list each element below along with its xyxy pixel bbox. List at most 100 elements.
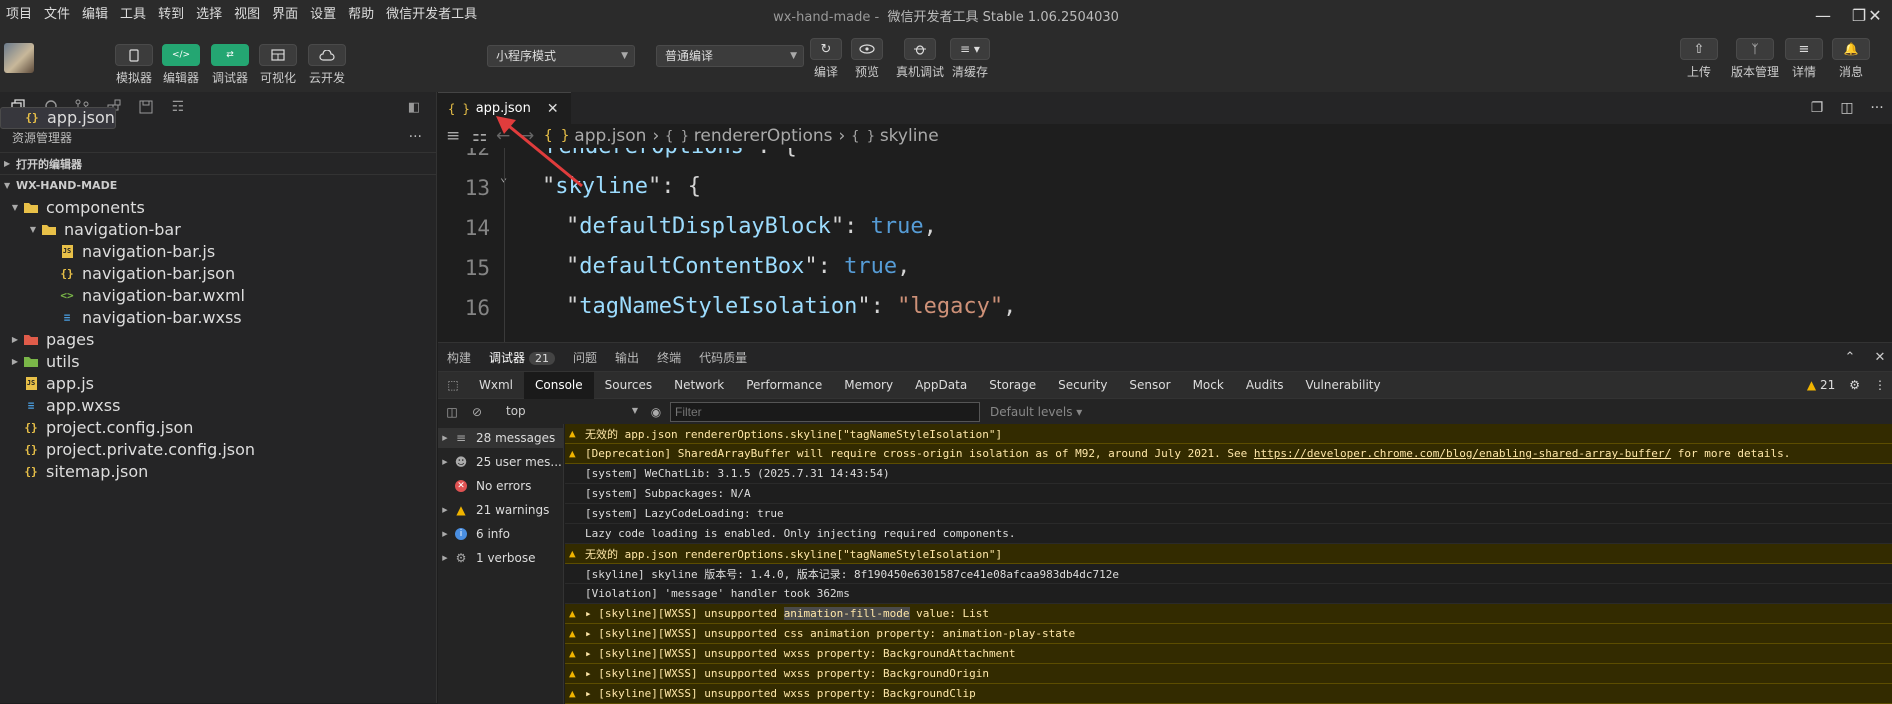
crumb-renderer-options[interactable]: rendererOptions — [694, 126, 833, 146]
menu-item[interactable]: 界面 — [266, 0, 304, 30]
message-group[interactable]: ▶ ⚙ 1 verbose — [438, 548, 563, 568]
devtools-tab[interactable]: Sources — [594, 372, 663, 399]
minimize-icon[interactable]: — — [1804, 0, 1842, 30]
tree-item[interactable]: ≡ app.wxss — [0, 394, 436, 416]
log-levels-select[interactable]: Default levels ▾ — [990, 405, 1082, 419]
upload-button[interactable]: ⇧ 上传 — [1671, 38, 1727, 80]
tree-item[interactable]: {} project.private.config.json — [0, 438, 436, 460]
devtools-tab[interactable]: Mock — [1182, 372, 1235, 399]
eye-icon[interactable]: ◉ — [642, 405, 670, 419]
menu-item[interactable]: 文件 — [38, 0, 76, 30]
context-select[interactable]: top ▼ — [502, 402, 642, 422]
collapse-sidebar-icon[interactable]: ◧ — [398, 92, 430, 122]
tree-item[interactable]: ▶ utils — [0, 350, 436, 372]
messages-button[interactable]: 🔔 消息 — [1823, 38, 1879, 80]
menu-item[interactable]: 帮助 — [342, 0, 380, 30]
devtools-tab[interactable]: Vulnerability — [1295, 372, 1392, 399]
log-entry[interactable]: ▲ ▸ [skyline][WXSS] unsupported animation… — [565, 604, 1892, 624]
panel-tab[interactable]: 输出 — [606, 349, 648, 366]
more-icon[interactable]: ⋮ — [1874, 378, 1886, 392]
menu-item[interactable]: 选择 — [190, 0, 228, 30]
menu-item[interactable]: 微信开发者工具 — [380, 0, 483, 30]
log-entry[interactable]: ▲ ▸ [skyline][WXSS] unsupported css anima… — [565, 624, 1892, 644]
panel-tab[interactable]: 调试器 21 — [480, 349, 564, 366]
clear-console-icon[interactable]: ⊘ — [466, 405, 488, 419]
inspect-icon[interactable]: ⬚ — [438, 378, 468, 392]
devtools-tab[interactable]: Security — [1047, 372, 1118, 399]
editor-button[interactable]: </> 编辑器 — [153, 44, 209, 86]
tree-item[interactable]: {} sitemap.json — [0, 460, 436, 482]
log-entry[interactable]: ▲ ▸ [skyline][WXSS] unsupported wxss prop… — [565, 664, 1892, 684]
tree-item[interactable]: {} app.json — [0, 107, 116, 129]
clear-cache-button[interactable]: ≡ ▾ 清缓存 — [942, 38, 998, 80]
tree-item[interactable]: ▼ navigation-bar — [0, 218, 436, 240]
devtools-tab[interactable]: Audits — [1235, 372, 1295, 399]
sidebar-toggle-icon[interactable]: ◫ — [438, 405, 466, 419]
more-actions-icon[interactable]: ··· — [1862, 100, 1892, 116]
project-section[interactable]: ▼ WX-HAND-MADE — [0, 174, 436, 196]
message-group[interactable]: ▶ ≡ 28 messages — [438, 428, 563, 448]
docker-icon[interactable]: ☶ — [162, 92, 194, 122]
panel-tab[interactable]: 终端 — [648, 349, 690, 366]
settings-icon[interactable]: ⚙ — [1849, 378, 1860, 392]
devtools-tab[interactable]: Wxml — [468, 372, 524, 399]
panel-tab[interactable]: 构建 — [438, 349, 480, 366]
menu-item[interactable]: 项目 — [0, 0, 38, 30]
log-entry[interactable]: ▲ ▸ [skyline][WXSS] unsupported wxss prop… — [565, 684, 1892, 704]
preview-button[interactable]: 预览 — [839, 38, 895, 80]
close-window-icon[interactable]: ✕ — [1856, 0, 1892, 30]
log-entry[interactable]: [system] Subpackages: N/A — [565, 484, 1892, 504]
collapse-panel-icon[interactable]: ⌃ — [1832, 350, 1868, 365]
more-icon[interactable]: ··· — [409, 129, 422, 145]
open-editors-section[interactable]: ▶ 打开的编辑器 — [0, 152, 436, 174]
close-panel-icon[interactable]: ✕ — [1868, 350, 1892, 365]
message-group[interactable]: ▶ i 6 info — [438, 524, 563, 544]
open-changes-icon[interactable]: ❐ — [1802, 100, 1832, 116]
panel-tab[interactable]: 问题 — [564, 349, 606, 366]
tree-item[interactable]: <> navigation-bar.wxml — [0, 284, 436, 306]
warning-count[interactable]: ▲ 21 — [1807, 378, 1835, 392]
message-group[interactable]: ▶ ☻ 25 user mes... — [438, 452, 563, 472]
menu-item[interactable]: 设置 — [304, 0, 342, 30]
tree-item[interactable]: {} navigation-bar.json — [0, 262, 436, 284]
log-entry[interactable]: ▲ [Deprecation] SharedArrayBuffer will re… — [565, 444, 1892, 464]
log-entry[interactable]: [Violation] 'message' handler took 362ms — [565, 584, 1892, 604]
compile-select[interactable]: 普通编译 ▼ — [656, 45, 804, 67]
devtools-tab[interactable]: Storage — [978, 372, 1047, 399]
crumb-skyline[interactable]: skyline — [880, 126, 939, 146]
devtools-tab[interactable]: Sensor — [1118, 372, 1181, 399]
visual-button[interactable]: 可视化 — [250, 44, 306, 86]
log-entry[interactable]: [system] WeChatLib: 3.1.5 (2025.7.31 14:… — [565, 464, 1892, 484]
message-group[interactable]: ✕ No errors — [438, 476, 563, 496]
cloud-button[interactable]: 云开发 — [299, 44, 355, 86]
log-entry[interactable]: [skyline] skyline 版本号: 1.4.0, 版本记录: 8f19… — [565, 564, 1892, 584]
log-entry[interactable]: ▲ 无效的 app.json rendererOptions.skyline["t… — [565, 424, 1892, 444]
code-lines[interactable]: ⌄ 12"rendererOptions": {13"skyline": {14… — [438, 148, 1892, 342]
tree-item[interactable]: {} project.config.json — [0, 416, 436, 438]
menu-item[interactable]: 视图 — [228, 0, 266, 30]
filter-input[interactable] — [670, 401, 980, 422]
devtools-tab[interactable]: Performance — [735, 372, 833, 399]
tree-item[interactable]: ≡ navigation-bar.wxss — [0, 306, 436, 328]
menu-item[interactable]: 编辑 — [76, 0, 114, 30]
log-entry[interactable]: Lazy code loading is enabled. Only injec… — [565, 524, 1892, 544]
tree-item[interactable]: ▼ components — [0, 196, 436, 218]
remote-debug-button[interactable]: 真机调试 — [890, 38, 950, 80]
avatar[interactable] — [4, 43, 34, 73]
message-group[interactable]: ▶ ▲ 21 warnings — [438, 500, 563, 520]
storage-icon[interactable] — [130, 92, 162, 122]
split-editor-icon[interactable]: ◫ — [1832, 100, 1862, 116]
log-entry[interactable]: ▲ ▸ [skyline][WXSS] unsupported wxss prop… — [565, 644, 1892, 664]
tree-item[interactable]: JS app.js — [0, 372, 436, 394]
devtools-tab[interactable]: Memory — [833, 372, 904, 399]
outline-icon[interactable]: ≡ — [446, 126, 472, 146]
tree-item[interactable]: JS navigation-bar.js — [0, 240, 436, 262]
mode-select[interactable]: 小程序模式 ▼ — [487, 45, 635, 67]
devtools-tab[interactable]: Console — [524, 371, 594, 399]
devtools-tab[interactable]: AppData — [904, 372, 978, 399]
menu-item[interactable]: 工具 — [114, 0, 152, 30]
devtools-tab[interactable]: Network — [663, 372, 735, 399]
panel-tab[interactable]: 代码质量 — [690, 349, 756, 366]
log-entry[interactable]: [system] LazyCodeLoading: true — [565, 504, 1892, 524]
tree-item[interactable]: ▶ pages — [0, 328, 436, 350]
